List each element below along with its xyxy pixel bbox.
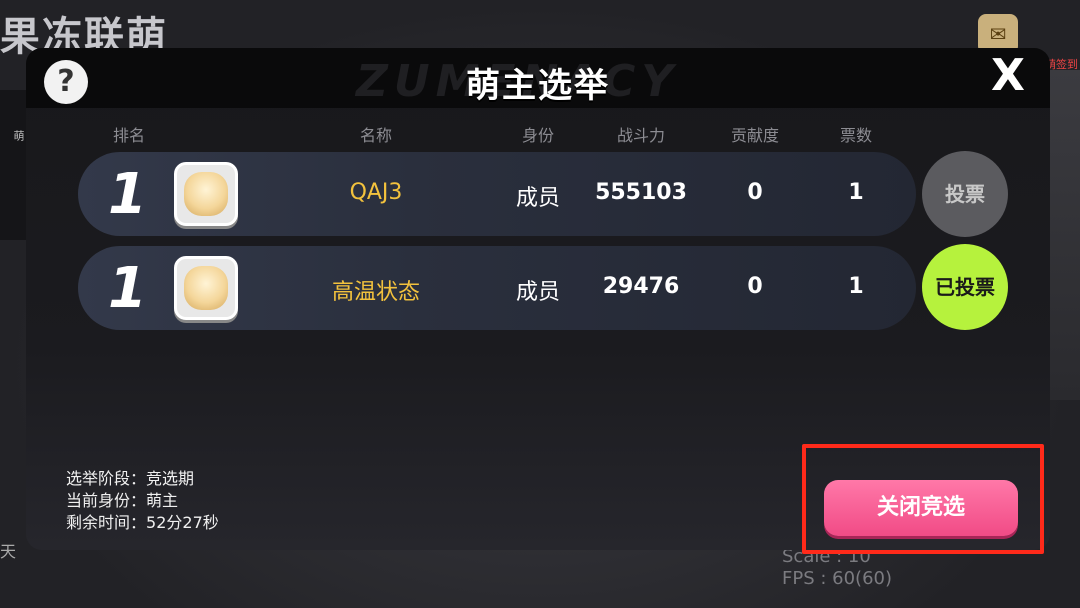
column-header-contribution: 贡献度 — [730, 126, 780, 145]
table-row: 1 高温状态 成员 29476 0 1 — [78, 246, 916, 330]
column-header-rank: 排名 — [112, 126, 146, 145]
column-header-power: 战斗力 — [616, 126, 666, 145]
debug-overlay: Scale : 10 FPS : 60(60) — [782, 546, 892, 590]
left-side-panel — [0, 90, 26, 240]
debug-fps: FPS : 60(60) — [782, 568, 892, 589]
row-votes: 1 — [848, 274, 864, 299]
row-rank: 1 — [108, 162, 147, 227]
election-dialog: ZUMENACY 萌主选举 ? X 排名 名称 身份 战斗力 贡献度 票数 1 … — [26, 48, 1050, 550]
info-identity-value: 萌主 — [146, 491, 179, 510]
row-role: 成员 — [515, 186, 561, 211]
column-header-role: 身份 — [521, 126, 555, 145]
info-separator: ： — [130, 513, 147, 532]
row-power: 555103 — [595, 180, 687, 205]
dialog-header: ZUMENACY 萌主选举 ? X — [26, 48, 1050, 108]
right-side-panel — [1050, 70, 1080, 400]
left-bottom-label: 天 — [0, 542, 17, 561]
info-stage-label: 选举阶段 — [66, 469, 131, 488]
info-remaining-value: 52分27秒 — [146, 513, 219, 532]
row-votes: 1 — [848, 180, 864, 205]
left-side-label: 萌 — [12, 130, 25, 141]
row-name: QAJ3 — [349, 180, 403, 205]
info-stage: 选举阶段：竞选期 — [66, 468, 219, 490]
info-remaining: 剩余时间：52分27秒 — [66, 512, 219, 534]
voted-button[interactable]: 已投票 — [922, 244, 1008, 330]
avatar[interactable] — [174, 162, 238, 226]
avatar[interactable] — [174, 256, 238, 320]
election-info: 选举阶段：竞选期 当前身份：萌主 剩余时间：52分27秒 — [66, 468, 219, 534]
row-contribution: 0 — [747, 274, 763, 299]
row-contribution: 0 — [747, 180, 763, 205]
row-rank: 1 — [108, 256, 147, 321]
info-remaining-label: 剩余时间 — [66, 513, 131, 532]
info-identity: 当前身份：萌主 — [66, 490, 219, 512]
close-button[interactable]: X — [986, 52, 1030, 100]
avatar-image — [184, 266, 228, 310]
avatar-image — [184, 172, 228, 216]
info-identity-label: 当前身份 — [66, 491, 131, 510]
column-header-votes: 票数 — [839, 126, 873, 145]
row-power: 29476 — [602, 274, 680, 299]
help-button[interactable]: ? — [44, 60, 88, 104]
table-row: 1 QAJ3 成员 555103 0 1 — [78, 152, 916, 236]
column-headers: 排名 名称 身份 战斗力 贡献度 票数 — [26, 122, 1050, 146]
column-header-name: 名称 — [359, 126, 393, 145]
row-name: 高温状态 — [331, 280, 421, 305]
vote-button[interactable]: 投票 — [922, 151, 1008, 237]
info-separator: ： — [130, 491, 147, 510]
close-election-button[interactable]: 关闭竞选 — [824, 480, 1018, 536]
info-stage-value: 竞选期 — [146, 469, 195, 488]
dialog-title: 萌主选举 — [466, 66, 610, 106]
row-role: 成员 — [515, 280, 561, 305]
info-separator: ： — [130, 469, 147, 488]
